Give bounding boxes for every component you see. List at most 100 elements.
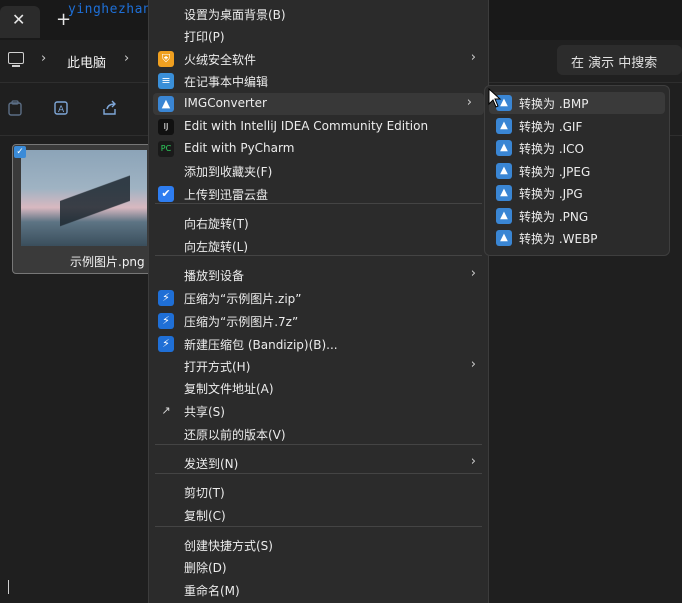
menu-item[interactable]: 发送到(N) › [149,452,488,474]
menu-item[interactable]: 播放到设备 › [149,264,488,286]
menu-separator [155,255,482,256]
share-icon[interactable] [102,100,118,120]
search-placeholder: 在 演示 中搜索 [571,56,658,71]
submenu-item[interactable]: ▲ 转换为 .WEBP [489,227,665,249]
share-icon: ↗ [161,404,171,417]
submenu-item[interactable]: ▲ 转换为 .PNG [489,205,665,227]
paste-icon[interactable] [8,100,22,120]
menu-item-label: 在记事本中编辑 [184,75,269,89]
menu-separator [155,444,482,445]
submenu-item[interactable]: ▲ 转换为 .JPEG [489,160,665,182]
menu-item[interactable]: ✔ 上传到迅雷云盘 [149,183,488,205]
pycharm-icon: PC [158,141,174,157]
menu-item[interactable]: 添加到收藏夹(F) [149,160,488,182]
menu-item[interactable]: PC Edit with PyCharm [149,138,488,160]
menu-item[interactable]: 打印(P) [149,25,488,47]
chevron-right-icon: › [466,95,472,110]
imgconverter-icon: ▲ [158,96,174,112]
imgconverter-icon: ▲ [496,185,512,201]
submenu-item[interactable]: ▲ 转换为 .BMP [489,92,665,114]
menu-item[interactable]: ⛨ 火绒安全软件 › [149,48,488,70]
menu-item-label: 添加到收藏夹(F) [184,165,273,179]
menu-item[interactable]: ≡ 在记事本中编辑 [149,70,488,92]
chevron-right-icon: › [470,266,476,281]
imgconverter-icon: ▲ [496,117,512,134]
intellij-icon: IJ [158,119,174,135]
submenu-item-label: 转换为 .WEBP [519,232,598,246]
menu-item-label: 向右旋转(T) [184,217,249,231]
menu-item[interactable]: ▲ IMGConverter › [153,93,484,115]
menu-item[interactable]: 向右旋转(T) [149,212,488,234]
menu-item[interactable]: 复制(C) [149,504,488,526]
imgconverter-submenu: ▲ 转换为 .BMP ▲ 转换为 .GIF ▲ 转换为 .ICO ▲ 转换为 .JPEG ▲ 转换… [484,85,670,256]
breadcrumb-this-pc[interactable]: 此电脑 [67,52,106,71]
rename-icon[interactable]: A [54,100,70,120]
svg-text:A: A [58,105,65,115]
submenu-item-label: 转换为 .JPG [519,187,583,201]
menu-item[interactable]: 设置为桌面背景(B) [149,3,488,25]
menu-item-label: 创建快捷方式(S) [184,539,273,553]
bandizip-icon: ⚡ [158,313,174,329]
menu-item-label: 设置为桌面背景(B) [184,8,286,22]
menu-item-label: 发送到(N) [184,457,239,471]
menu-item[interactable]: 复制文件地址(A) [149,377,488,399]
submenu-item[interactable]: ▲ 转换为 .JPG [489,182,665,204]
computer-icon[interactable] [8,52,24,67]
bandizip-icon: ⚡ [158,336,174,352]
menu-item-label: 新建压缩包 (Bandizip)(B)... [184,338,338,352]
menu-separator [155,203,482,204]
menu-item-label: Edit with PyCharm [184,141,295,155]
chevron-right-icon[interactable]: › [124,51,129,66]
menu-item[interactable]: 还原以前的版本(V) [149,423,488,445]
menu-item[interactable]: 打开方式(H) › [149,355,488,377]
menu-item-label: 打印(P) [184,30,225,44]
thumbnail-pier-shape [60,170,130,246]
menu-item-label: 删除(D) [184,561,227,575]
selected-checkbox-icon[interactable]: ✓ [14,146,26,158]
menu-item[interactable]: 删除(D) [149,556,488,578]
imgconverter-icon: ▲ [496,230,512,246]
menu-item-label: Edit with IntelliJ IDEA Community Editio… [184,119,429,133]
chevron-right-icon[interactable]: › [41,51,46,66]
imgconverter-icon: ▲ [496,207,512,224]
menu-item-label: 火绒安全软件 [184,53,257,67]
chevron-right-icon: › [470,357,476,372]
submenu-item-label: 转换为 .JPEG [519,164,591,179]
menu-item[interactable]: IJ Edit with IntelliJ IDEA Community Edit… [149,116,488,138]
menu-item-label: 重命名(M) [184,584,240,598]
mouse-pointer-icon [488,88,502,108]
menu-item[interactable]: 创建快捷方式(S) [149,534,488,556]
menu-item[interactable]: ⚡ 压缩为“示例图片.zip” [149,287,488,309]
submenu-item-label: 转换为 .GIF [519,119,583,134]
menu-item-label: 打开方式(H) [184,360,251,374]
menu-item[interactable]: 向左旋转(L) [149,235,488,257]
menu-item-label: 压缩为“示例图片.zip” [184,292,302,306]
menu-item-label: 压缩为“示例图片.7z” [184,315,299,329]
menu-item[interactable]: ⚡ 新建压缩包 (Bandizip)(B)... [149,333,488,355]
imgconverter-icon: ▲ [496,162,512,179]
menu-item[interactable]: ⚡ 压缩为“示例图片.7z” [149,310,488,332]
menu-separator [155,473,482,474]
menu-separator [155,526,482,527]
menu-item-label: 还原以前的版本(V) [184,428,286,442]
menu-item-label: 播放到设备 [184,269,245,283]
menu-item-label: 复制文件地址(A) [184,382,274,396]
menu-item[interactable]: ↗ 共享(S) [149,400,488,422]
close-tab-icon[interactable]: ✕ [12,10,25,29]
submenu-item[interactable]: ▲ 转换为 .ICO [489,137,665,159]
menu-item[interactable]: 重命名(M) [149,579,488,601]
menu-item[interactable]: 剪切(T) [149,481,488,503]
imgconverter-icon: ▲ [496,140,512,156]
notepad-icon: ≡ [158,73,174,89]
chevron-right-icon: › [470,50,476,65]
submenu-item-label: 转换为 .PNG [519,209,589,224]
context-menu: 设置为桌面背景(B) 打印(P) ⛨ 火绒安全软件 › ≡ 在记事本中编辑 ▲ IMGConve… [148,0,489,603]
menu-item-label: 复制(C) [184,509,226,523]
menu-item-label: 上传到迅雷云盘 [184,188,269,202]
file-name: 示例图片.png [70,255,145,269]
menu-item-label: 共享(S) [184,405,225,419]
submenu-item-label: 转换为 .BMP [519,97,589,111]
chevron-right-icon: › [470,454,476,469]
huorong-shield-icon: ⛨ [158,51,174,67]
submenu-item[interactable]: ▲ 转换为 .GIF [489,115,665,137]
